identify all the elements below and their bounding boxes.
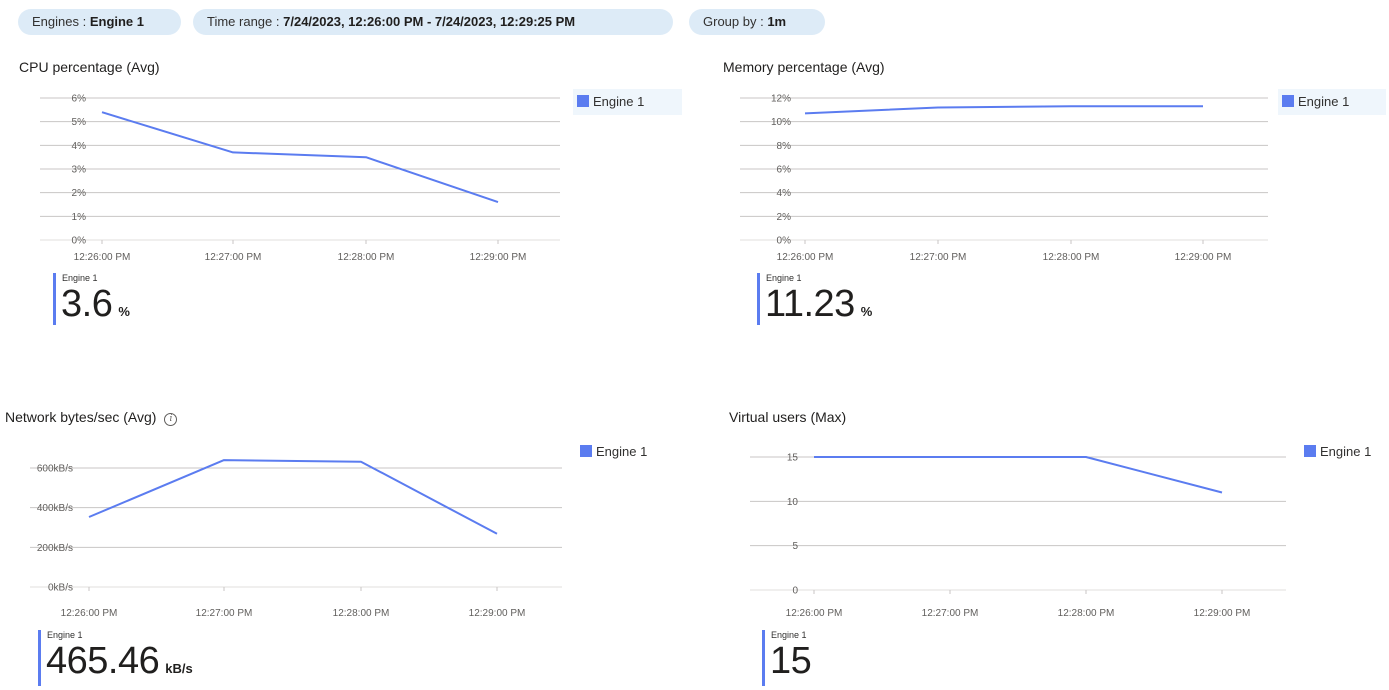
y-tick-label: 2% <box>777 212 792 223</box>
y-tick-label: 600kB/s <box>37 464 73 475</box>
cpu-summary-value: 3.6 <box>61 283 113 325</box>
x-tick-label: 12:28:00 PM <box>333 608 390 619</box>
x-tick-label: 12:26:00 PM <box>777 252 834 263</box>
legend-swatch <box>1282 95 1294 107</box>
cpu-legend-engine-1[interactable]: Engine 1 <box>573 89 682 115</box>
network-summary-value: 465.46 <box>46 640 160 682</box>
engines-filter-value: Engine 1 <box>89 14 145 29</box>
y-tick-label: 200kB/s <box>37 543 73 554</box>
series-line-engine-1 <box>814 456 1223 494</box>
y-tick-label: 0% <box>72 236 87 247</box>
engines-filter-pill[interactable]: Engines : Engine 1 <box>18 9 181 35</box>
legend-swatch <box>577 95 589 107</box>
network-legend-label: Engine 1 <box>596 444 648 459</box>
y-tick-label: 15 <box>787 453 799 464</box>
x-tick-label: 12:27:00 PM <box>910 252 967 263</box>
cpu-legend-label: Engine 1 <box>593 94 645 109</box>
cpu-summary-unit: % <box>118 304 130 319</box>
memory-summary: Engine 1 11.23% <box>757 273 957 333</box>
x-tick-label: 12:29:00 PM <box>1194 608 1251 619</box>
y-tick-label: 3% <box>72 165 87 176</box>
y-tick-label: 1% <box>72 212 87 223</box>
x-tick-label: 12:27:00 PM <box>196 608 253 619</box>
network-summary-name: Engine 1 <box>47 630 83 640</box>
series-line-engine-1 <box>88 459 498 535</box>
y-tick-label: 8% <box>777 141 792 152</box>
series-line-engine-1 <box>804 105 1203 115</box>
group-by-filter-label: Group by : <box>703 14 764 29</box>
legend-swatch <box>580 445 592 457</box>
time-range-filter-pill[interactable]: Time range : 7/24/2023, 12:26:00 PM - 7/… <box>193 9 673 35</box>
time-range-filter-label: Time range : <box>207 14 280 29</box>
memory-line-chart: 0% 2% 4% 6% 8% 10% 12% 12:26:00 PM 12:27:00 PM 12… <box>740 94 1268 263</box>
y-tick-label: 0 <box>792 586 798 597</box>
x-tick-label: 12:27:00 PM <box>205 252 262 263</box>
y-tick-label: 10% <box>771 117 791 128</box>
time-range-filter-value: 7/24/2023, 12:26:00 PM - 7/24/2023, 12:2… <box>283 14 576 29</box>
x-tick-label: 12:28:00 PM <box>1058 608 1115 619</box>
memory-legend-label: Engine 1 <box>1298 94 1350 109</box>
memory-summary-unit: % <box>860 304 873 319</box>
engines-filter-label: Engines : <box>32 14 87 29</box>
info-icon[interactable]: i <box>164 413 178 426</box>
cpu-chart-title: CPU percentage (Avg) <box>19 59 160 75</box>
vusers-summary: Engine 1 15 <box>762 630 962 690</box>
y-tick-label: 4% <box>777 188 792 199</box>
summary-accent-bar <box>762 630 765 686</box>
x-tick-label: 12:29:00 PM <box>470 252 527 263</box>
y-tick-label: 5 <box>792 541 798 552</box>
summary-accent-bar <box>757 273 760 325</box>
y-tick-label: 4% <box>72 141 87 152</box>
x-tick-label: 12:29:00 PM <box>469 608 526 619</box>
x-tick-label: 12:28:00 PM <box>1043 252 1100 263</box>
y-tick-label: 2% <box>72 188 87 199</box>
cpu-summary-name: Engine 1 <box>62 273 98 283</box>
vusers-legend-engine-1[interactable]: Engine 1 <box>1300 439 1386 465</box>
group-by-filter-pill[interactable]: Group by : 1m <box>689 9 825 35</box>
cpu-summary: Engine 1 3.6% <box>53 273 253 333</box>
y-tick-label: 6% <box>777 165 792 176</box>
y-tick-label: 400kB/s <box>37 503 73 514</box>
x-tick-label: 12:28:00 PM <box>338 252 395 263</box>
network-chart-title: Network bytes/sec (Avg) i <box>5 409 178 426</box>
network-legend-engine-1[interactable]: Engine 1 <box>576 439 676 465</box>
vusers-line-chart: 0 5 10 15 12:26:00 PM 12:27:00 PM 12:28:00 PM 1… <box>750 453 1286 619</box>
x-tick-label: 12:27:00 PM <box>922 608 979 619</box>
network-summary-unit: kB/s <box>165 661 193 676</box>
network-chart-title-text: Network bytes/sec (Avg) <box>5 409 157 425</box>
legend-swatch <box>1304 445 1316 457</box>
memory-summary-name: Engine 1 <box>766 273 802 283</box>
y-tick-label: 0% <box>777 236 792 247</box>
x-tick-label: 12:29:00 PM <box>1175 252 1232 263</box>
vusers-summary-value: 15 <box>770 640 812 682</box>
y-tick-label: 10 <box>787 497 799 508</box>
x-tick-label: 12:26:00 PM <box>74 252 131 263</box>
y-tick-label: 12% <box>771 94 791 105</box>
vusers-legend-label: Engine 1 <box>1320 444 1372 459</box>
cpu-line-chart: 0% 1% 2% 3% 4% 5% 6% 12:26:00 PM 12:27:00 PM 12:2… <box>40 94 560 263</box>
x-tick-label: 12:26:00 PM <box>786 608 843 619</box>
memory-chart-title: Memory percentage (Avg) <box>723 59 885 75</box>
group-by-filter-value: 1m <box>767 14 787 29</box>
y-tick-label: 0kB/s <box>48 583 73 594</box>
summary-accent-bar <box>53 273 56 325</box>
vusers-summary-name: Engine 1 <box>771 630 807 640</box>
vusers-chart-title: Virtual users (Max) <box>729 409 847 425</box>
y-tick-label: 6% <box>72 94 87 105</box>
network-line-chart: 0kB/s 200kB/s 400kB/s 600kB/s 12:26:00 PM 12:… <box>30 459 562 619</box>
summary-accent-bar <box>38 630 41 686</box>
network-summary: Engine 1 465.46 kB/s <box>38 630 298 690</box>
series-line-engine-1 <box>101 111 499 204</box>
memory-legend-engine-1[interactable]: Engine 1 <box>1278 89 1386 115</box>
memory-summary-value: 11.23 <box>765 283 855 325</box>
x-tick-label: 12:26:00 PM <box>61 608 118 619</box>
y-tick-label: 5% <box>72 117 87 128</box>
